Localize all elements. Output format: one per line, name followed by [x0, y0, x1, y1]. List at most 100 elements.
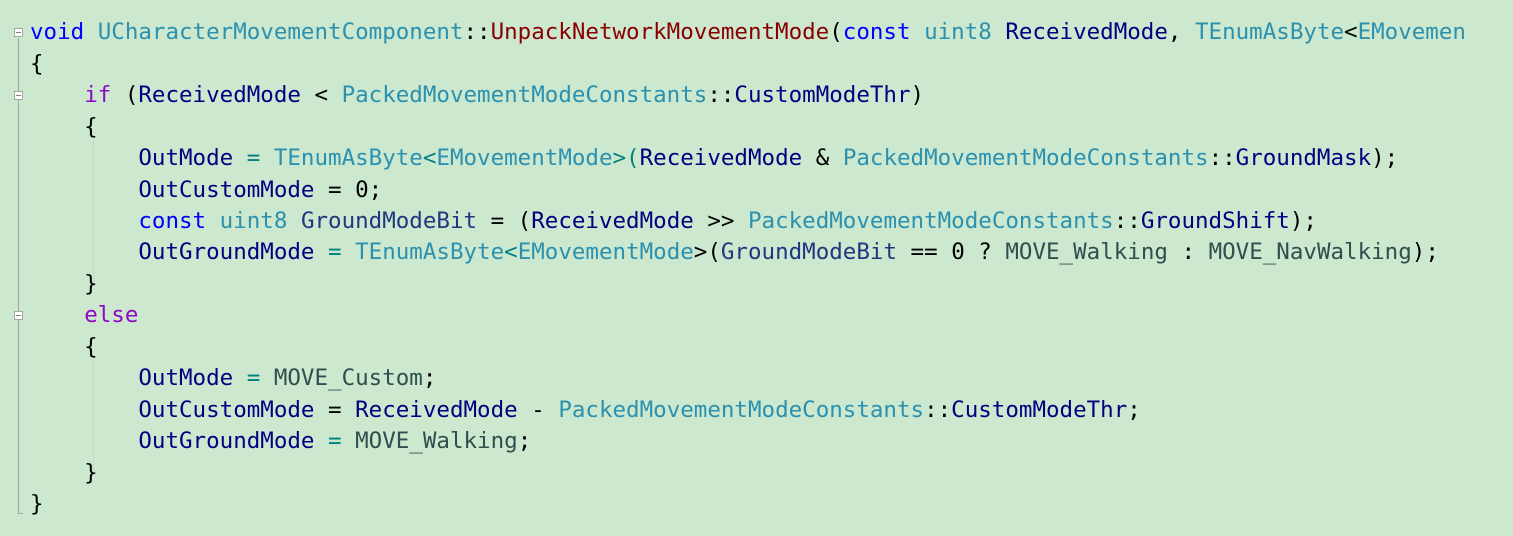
code-line-9[interactable]: } [30, 269, 98, 300]
code-line-11[interactable]: { [30, 332, 98, 363]
keyword: const [842, 19, 911, 45]
keyword: if [84, 82, 112, 108]
brace: } [30, 271, 98, 297]
punctuation: ); [1289, 208, 1317, 234]
code-line-2[interactable]: { [30, 49, 44, 80]
punctuation: ( [111, 82, 139, 108]
namespace-name: PackedMovementModeConstants [747, 208, 1114, 234]
code-line-1[interactable]: void UCharacterMovementComponent::Unpack… [30, 17, 1466, 48]
keyword: void [30, 19, 85, 45]
code-line-14[interactable]: OutGroundMode = MOVE_Walking; [30, 426, 531, 457]
parameter: OutCustomMode [138, 397, 315, 423]
punctuation: ); [1411, 239, 1439, 265]
operator: >> [693, 208, 748, 234]
number-literal: 0 [355, 177, 369, 203]
enum-value: MOVE_Walking [355, 428, 518, 454]
number-literal: 0 [951, 239, 965, 265]
scope-operator: :: [463, 19, 491, 45]
parameter: ReceivedMode [138, 82, 301, 108]
namespace-name: PackedMovementModeConstants [558, 397, 925, 423]
function-name: UnpackNetworkMovementMode [490, 19, 830, 45]
parameter: OutCustomMode [138, 177, 315, 203]
scope-operator: :: [707, 82, 735, 108]
constant: GroundMask [1235, 145, 1372, 171]
code-line-16[interactable]: } [30, 489, 44, 520]
parameter: OutMode [138, 365, 234, 391]
code-line-3[interactable]: if (ReceivedMode < PackedMovementModeCon… [30, 80, 924, 111]
type-name: uint8 [219, 208, 288, 234]
operator: = [314, 177, 356, 203]
operator: == [897, 239, 952, 265]
code-line-4[interactable]: { [30, 112, 98, 143]
parameter: ReceivedMode [531, 208, 694, 234]
parameter: ReceivedMode [355, 397, 518, 423]
punctuation: ; [368, 177, 383, 203]
brace: { [30, 334, 98, 360]
punctuation: ) [910, 82, 925, 108]
punctuation: ); [1371, 145, 1399, 171]
scope-operator: :: [1113, 208, 1141, 234]
operator: - [517, 397, 559, 423]
punctuation: ( [829, 19, 843, 45]
operator: = [314, 428, 356, 454]
parameter: OutGroundMode [138, 239, 315, 265]
local-variable: GroundModeBit [720, 239, 897, 265]
type-name: TEnumAsByte [1195, 19, 1345, 45]
type-name: TEnumAsByte [355, 239, 505, 265]
code-line-10[interactable]: else [30, 300, 138, 331]
fold-line [18, 38, 19, 513]
operator: = [314, 397, 356, 423]
brace: } [30, 491, 44, 517]
operator: < [300, 82, 342, 108]
constant: CustomModeThr [951, 397, 1128, 423]
enum-value: MOVE_Custom [273, 365, 423, 391]
parameter: ReceivedMode [639, 145, 803, 171]
collapse-function-icon[interactable] [14, 28, 23, 37]
parameter: ReceivedMode [1005, 19, 1168, 45]
keyword: const [138, 208, 207, 234]
punctuation: , [1167, 19, 1195, 45]
collapse-if-block-icon[interactable] [14, 91, 23, 100]
code-line-7[interactable]: const uint8 GroundModeBit = (ReceivedMod… [30, 206, 1317, 237]
operator: : [1167, 239, 1209, 265]
punctuation: >( [693, 239, 721, 265]
constant: GroundShift [1140, 208, 1290, 234]
enum-value: MOVE_Walking [1005, 239, 1168, 265]
punctuation: ; [517, 428, 532, 454]
code-line-5[interactable]: OutMode = TEnumAsByte<EMovementMode>(Rec… [30, 143, 1398, 174]
class-name: UCharacterMovementComponent [97, 19, 464, 45]
type-name: EMovemen [1357, 19, 1466, 45]
collapse-else-block-icon[interactable] [14, 311, 23, 320]
code-line-15[interactable]: } [30, 458, 98, 489]
punctuation: < [422, 145, 437, 171]
code-line-8[interactable]: OutGroundMode = TEnumAsByte<EMovementMod… [30, 237, 1439, 268]
code-line-6[interactable]: OutCustomMode = 0; [30, 175, 382, 206]
code-line-13[interactable]: OutCustomMode = ReceivedMode - PackedMov… [30, 395, 1141, 426]
fold-gutter [0, 0, 30, 536]
operator: = [233, 145, 274, 171]
type-name: uint8 [924, 19, 992, 45]
punctuation: < [504, 239, 518, 265]
namespace-name: PackedMovementModeConstants [341, 82, 708, 108]
brace: { [30, 51, 44, 77]
keyword: else [84, 302, 139, 328]
fold-end [18, 513, 23, 514]
brace: } [30, 460, 98, 486]
operator: & [802, 145, 843, 171]
punctuation: ; [1127, 397, 1141, 423]
code-editor[interactable]: void UCharacterMovementComponent::Unpack… [0, 0, 1513, 536]
code-line-12[interactable]: OutMode = MOVE_Custom; [30, 363, 436, 394]
brace: { [30, 114, 98, 140]
type-name: EMovementMode [436, 145, 613, 171]
